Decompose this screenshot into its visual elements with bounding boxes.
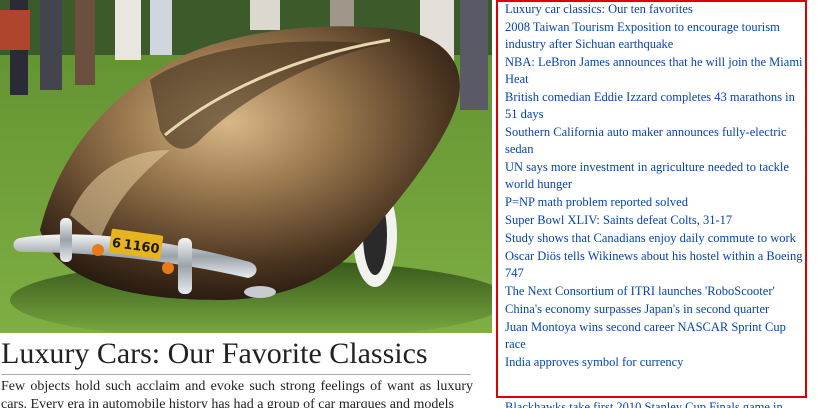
- news-link[interactable]: P=NP math problem reported solved: [505, 195, 688, 209]
- news-item: The Next Consortium of ITRI launches 'Ro…: [505, 283, 805, 300]
- news-link[interactable]: Juan Montoya wins second career NASCAR S…: [505, 320, 786, 351]
- title-divider: [1, 374, 471, 375]
- news-link[interactable]: NBA: LeBron James announces that he will…: [505, 55, 803, 86]
- news-item: Super Bowl XLIV: Saints defeat Colts, 31…: [505, 212, 805, 229]
- news-link[interactable]: Southern California auto maker announces…: [505, 125, 787, 156]
- news-link[interactable]: Oscar Diös tells Wikinews about his host…: [505, 249, 803, 280]
- news-item: UN says more investment in agriculture n…: [505, 159, 805, 193]
- car-illustration: 6 1160: [0, 0, 492, 333]
- news-item: Juan Montoya wins second career NASCAR S…: [505, 319, 805, 353]
- news-link[interactable]: British comedian Eddie Izzard completes …: [505, 90, 795, 121]
- news-item: Study shows that Canadians enjoy daily c…: [505, 230, 805, 247]
- news-item: China's economy surpasses Japan's in sec…: [505, 301, 805, 318]
- news-link[interactable]: Luxury car classics: Our ten favorites: [505, 2, 693, 16]
- news-link[interactable]: 2008 Taiwan Tourism Exposition to encour…: [505, 20, 780, 51]
- news-link[interactable]: China's economy surpasses Japan's in sec…: [505, 302, 769, 316]
- news-link[interactable]: The Next Consortium of ITRI launches 'Ro…: [505, 284, 775, 298]
- article-title: Luxury Cars: Our Favorite Classics: [1, 337, 428, 370]
- news-item: 2008 Taiwan Tourism Exposition to encour…: [505, 19, 805, 53]
- news-link[interactable]: UN says more investment in agriculture n…: [505, 160, 789, 191]
- news-link[interactable]: India approves symbol for currency: [505, 355, 683, 369]
- article-body: Few objects hold such acclaim and evoke …: [1, 379, 473, 408]
- news-item: Luxury car classics: Our ten favorites: [505, 1, 805, 18]
- news-item: British comedian Eddie Izzard completes …: [505, 89, 805, 123]
- page: 6 1160 Luxury Cars: Our Favorite Classic…: [0, 0, 817, 408]
- car-photo: 6 1160: [0, 0, 492, 333]
- news-link[interactable]: Super Bowl XLIV: Saints defeat Colts, 31…: [505, 213, 732, 227]
- news-item: Oscar Diös tells Wikinews about his host…: [505, 248, 805, 282]
- related-news-list: Luxury car classics: Our ten favorites 2…: [505, 1, 805, 372]
- news-link[interactable]: Study shows that Canadians enjoy daily c…: [505, 231, 796, 245]
- news-item: NBA: LeBron James announces that he will…: [505, 54, 805, 88]
- news-item: India approves symbol for currency: [505, 354, 805, 371]
- news-item: P=NP math problem reported solved: [505, 194, 805, 211]
- news-item: Southern California auto maker announces…: [505, 124, 805, 158]
- news-link-overflow[interactable]: Blackhawks take first 2010 Stanley Cup F…: [505, 399, 805, 408]
